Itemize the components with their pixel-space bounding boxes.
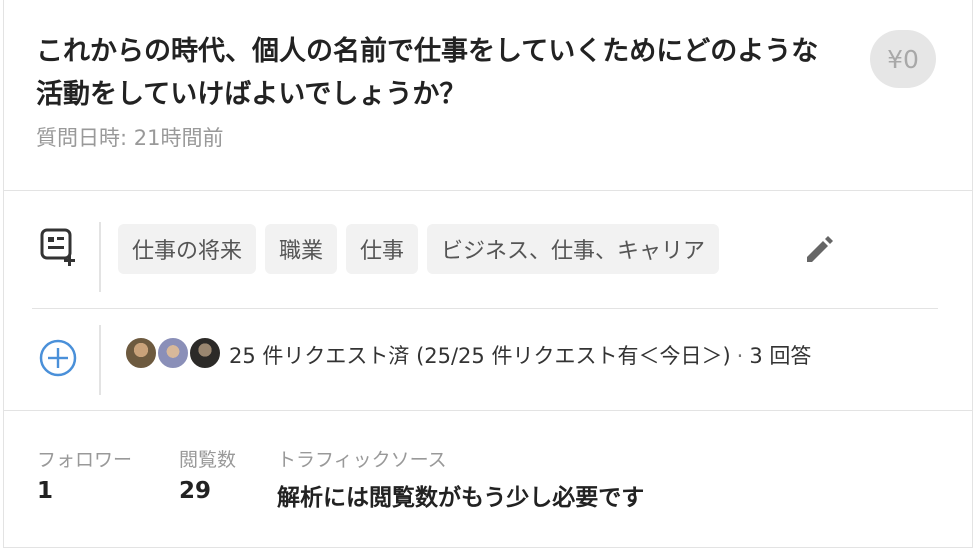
views-label: 閲覧数 (179, 449, 237, 471)
tag-list: 仕事の将来 職業 仕事 ビジネス、仕事、キャリア (118, 224, 720, 274)
asked-value: 21時間前 (133, 126, 224, 150)
answer-count[interactable]: 3 回答 (749, 344, 811, 368)
tag-item[interactable]: 仕事の将来 (118, 224, 257, 274)
asked-time: 質問日時: 21時間前 (36, 122, 224, 152)
traffic-source-value: 解析には閲覧数がもう少し必要です (277, 485, 645, 511)
section-divider (32, 308, 938, 309)
question-title: これからの時代、個人の名前で仕事をしていくためにどのような活動をしていけばよいで… (36, 36, 819, 110)
avatar[interactable] (124, 336, 158, 370)
separator: · (736, 344, 744, 368)
tag-add-icon[interactable] (38, 225, 82, 269)
vertical-divider (99, 325, 101, 395)
avatar[interactable] (156, 336, 190, 370)
avatar[interactable] (188, 336, 222, 370)
tag-item[interactable]: ビジネス、仕事、キャリア (427, 224, 720, 274)
followers-value: 1 (37, 478, 54, 504)
pencil-icon[interactable] (802, 232, 836, 266)
vertical-divider (99, 222, 101, 292)
tag-item[interactable]: 仕事 (346, 224, 419, 274)
request-summary: 25 件リクエスト済 (25/25 件リクエスト有＜今日＞) · 3 回答 (229, 340, 811, 370)
followers-label: フォロワー (37, 449, 133, 471)
requester-avatars[interactable] (124, 336, 224, 372)
request-status[interactable]: 25 件リクエスト済 (25/25 件リクエスト有＜今日＞) (229, 344, 731, 368)
price-badge[interactable]: ¥0 (870, 30, 936, 88)
tag-item[interactable]: 職業 (265, 224, 338, 274)
views-value: 29 (179, 478, 212, 504)
plus-circle-icon[interactable] (38, 338, 78, 378)
traffic-source-label: トラフィックソース (277, 449, 447, 471)
asked-label: 質問日時: (36, 126, 134, 150)
